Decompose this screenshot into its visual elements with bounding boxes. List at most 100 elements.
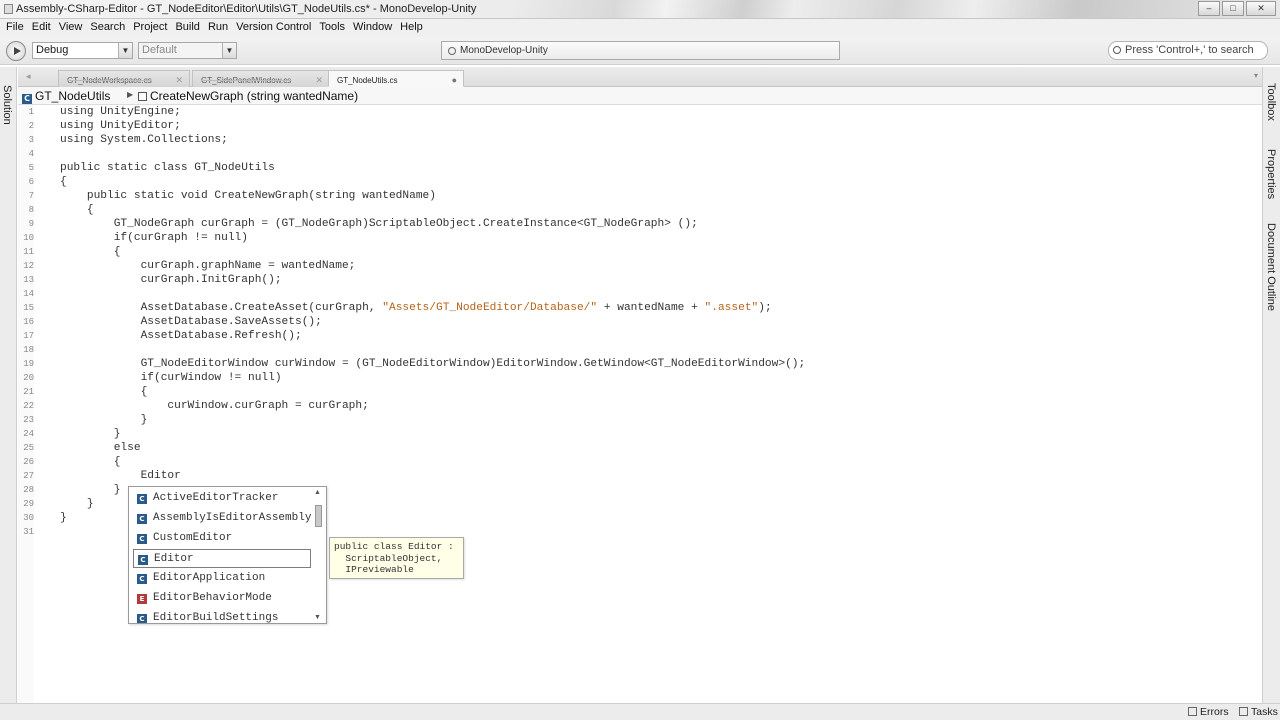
- status-bar: Errors Tasks: [0, 703, 1280, 720]
- menu-help[interactable]: Help: [396, 19, 427, 37]
- code-line[interactable]: 11 {: [23, 245, 1262, 259]
- completion-item[interactable]: C Editor: [133, 549, 311, 568]
- completion-item[interactable]: C AssemblyIsEditorAssembly: [133, 509, 311, 528]
- document-tab-bar: ◂ GT_NodeWorkspace.cs ✕ GT_SidePanelWind…: [18, 67, 1262, 87]
- chevron-down-icon: ▼: [118, 43, 132, 58]
- modified-dot-icon[interactable]: ●: [452, 75, 457, 85]
- code-line[interactable]: 22 curWindow.curGraph = curGraph;: [23, 399, 1262, 413]
- tasks-pad-button[interactable]: Tasks: [1239, 706, 1278, 718]
- completion-item[interactable]: C CustomEditor: [133, 529, 311, 548]
- code-line[interactable]: 25 else: [23, 441, 1262, 455]
- platform-select[interactable]: Default ▼: [138, 42, 237, 59]
- string-literal: "Assets/GT_NodeEditor/Database/": [382, 302, 598, 314]
- line-number: 12: [23, 261, 34, 271]
- completion-item-label: ActiveEditorTracker: [153, 492, 279, 504]
- tab-scroll-left-icon[interactable]: ◂: [26, 71, 31, 82]
- code-line[interactable]: 1 using UnityEngine;: [29, 105, 1262, 119]
- code-text: {: [60, 386, 148, 398]
- class-icon: C: [137, 574, 147, 584]
- tab-gt-sidepanelwindow[interactable]: GT_SidePanelWindow.cs ✕: [192, 70, 330, 87]
- code-line[interactable]: 6{: [29, 175, 1262, 189]
- code-line[interactable]: 8 {: [29, 203, 1262, 217]
- code-line[interactable]: 26 {: [23, 455, 1262, 469]
- code-line[interactable]: 21 {: [23, 385, 1262, 399]
- menu-version-control[interactable]: Version Control: [232, 19, 315, 37]
- line-number: 29: [23, 499, 34, 509]
- code-text: if(curWindow != null): [60, 372, 282, 384]
- code-text: {: [60, 246, 121, 258]
- code-line[interactable]: 12 curGraph.graphName = wantedName;: [23, 259, 1262, 273]
- completion-item[interactable]: C EditorBuildSettings: [133, 609, 311, 623]
- code-text: AssetDatabase.Refresh();: [60, 330, 302, 342]
- code-line[interactable]: 16 AssetDatabase.SaveAssets();: [23, 315, 1262, 329]
- code-line[interactable]: 10 if(curGraph != null): [23, 231, 1262, 245]
- menu-project[interactable]: Project: [129, 19, 171, 37]
- menu-edit[interactable]: Edit: [28, 19, 55, 37]
- line-number: 4: [28, 149, 34, 159]
- completion-list[interactable]: C ActiveEditorTracker C AssemblyIsEditorAss…: [128, 486, 327, 624]
- tab-gt-nodeworkspace[interactable]: GT_NodeWorkspace.cs ✕: [58, 70, 190, 87]
- close-button[interactable]: ✕: [1246, 1, 1276, 16]
- menu-run[interactable]: Run: [204, 19, 232, 37]
- toolbox-pad-tab[interactable]: Toolbox: [1265, 83, 1277, 121]
- code-line[interactable]: 19 GT_NodeEditorWindow curWindow = (GT_N…: [23, 357, 1262, 371]
- line-number: 26: [23, 457, 34, 467]
- code-line[interactable]: 15 AssetDatabase.CreateAsset(curGraph, "…: [23, 301, 1262, 315]
- code-text: }: [60, 428, 121, 440]
- code-text: else: [60, 442, 141, 454]
- menu-file[interactable]: File: [2, 19, 28, 37]
- code-line[interactable]: 2 using UnityEditor;: [29, 119, 1262, 133]
- code-line[interactable]: 7 public static void CreateNewGraph(stri…: [29, 189, 1262, 203]
- menu-search[interactable]: Search: [86, 19, 129, 37]
- line-number: 31: [23, 527, 34, 537]
- code-line[interactable]: 24 }: [23, 427, 1262, 441]
- run-button[interactable]: [6, 41, 26, 61]
- configuration-value: Debug: [36, 44, 69, 56]
- code-line[interactable]: 27 Editor: [23, 469, 1262, 483]
- code-text: }: [60, 512, 67, 524]
- tab-list-icon[interactable]: ▾: [1254, 71, 1258, 80]
- scrollbar-thumb[interactable]: [315, 505, 322, 527]
- properties-pad-tab[interactable]: Properties: [1265, 149, 1277, 199]
- tab-label: GT_SidePanelWindow.cs: [201, 76, 292, 85]
- completion-item[interactable]: E EditorBehaviorMode: [133, 589, 311, 608]
- code-line[interactable]: 14: [23, 287, 1262, 301]
- tab-gt-nodeutils[interactable]: GT_NodeUtils.cs ●: [328, 70, 464, 87]
- status-display: MonoDevelop-Unity: [441, 41, 840, 60]
- code-line[interactable]: 18: [23, 343, 1262, 357]
- document-outline-pad-tab[interactable]: Document Outline: [1265, 223, 1277, 311]
- search-input[interactable]: Press 'Control+,' to search: [1108, 41, 1268, 60]
- window-title: Assembly-CSharp-Editor - GT_NodeEditor\E…: [16, 3, 477, 15]
- breadcrumb-class[interactable]: C GT_NodeUtils: [22, 89, 110, 104]
- minimize-button[interactable]: –: [1198, 1, 1220, 16]
- completion-item[interactable]: C EditorApplication: [133, 569, 311, 588]
- menu-build[interactable]: Build: [171, 19, 203, 37]
- scroll-down-icon[interactable]: ▼: [314, 614, 321, 621]
- code-text: public static void CreateNewGraph(string…: [60, 190, 436, 202]
- errors-pad-button[interactable]: Errors: [1188, 706, 1229, 718]
- code-line[interactable]: 17 AssetDatabase.Refresh();: [23, 329, 1262, 343]
- line-number: 17: [23, 331, 34, 341]
- code-text: curGraph.graphName = wantedName;: [60, 260, 356, 272]
- menu-window[interactable]: Window: [349, 19, 396, 37]
- platform-value: Default: [142, 44, 177, 56]
- completion-item[interactable]: C ActiveEditorTracker: [133, 489, 311, 508]
- completion-scrollbar[interactable]: ▲ ▼: [314, 489, 324, 621]
- code-line[interactable]: 23 }: [23, 413, 1262, 427]
- code-line[interactable]: 20 if(curWindow != null): [23, 371, 1262, 385]
- scroll-up-icon[interactable]: ▲: [314, 489, 321, 496]
- code-line[interactable]: 3 using System.Collections;: [29, 133, 1262, 147]
- code-line[interactable]: 4: [29, 147, 1262, 161]
- code-line[interactable]: 9 GT_NodeGraph curGraph = (GT_NodeGraph)…: [29, 217, 1262, 231]
- code-line[interactable]: 13 curGraph.InitGraph();: [23, 273, 1262, 287]
- configuration-select[interactable]: Debug ▼: [32, 42, 133, 59]
- line-number: 11: [23, 247, 34, 257]
- close-tab-icon[interactable]: ✕: [175, 75, 183, 86]
- completion-item-label: AssemblyIsEditorAssembly: [153, 512, 311, 524]
- menu-view[interactable]: View: [55, 19, 87, 37]
- menu-tools[interactable]: Tools: [315, 19, 349, 37]
- breadcrumb-method[interactable]: CreateNewGraph (string wantedName): [138, 89, 358, 103]
- code-line[interactable]: 5 public static class GT_NodeUtils: [29, 161, 1262, 175]
- maximize-button[interactable]: □: [1222, 1, 1244, 16]
- close-tab-icon[interactable]: ✕: [315, 75, 323, 86]
